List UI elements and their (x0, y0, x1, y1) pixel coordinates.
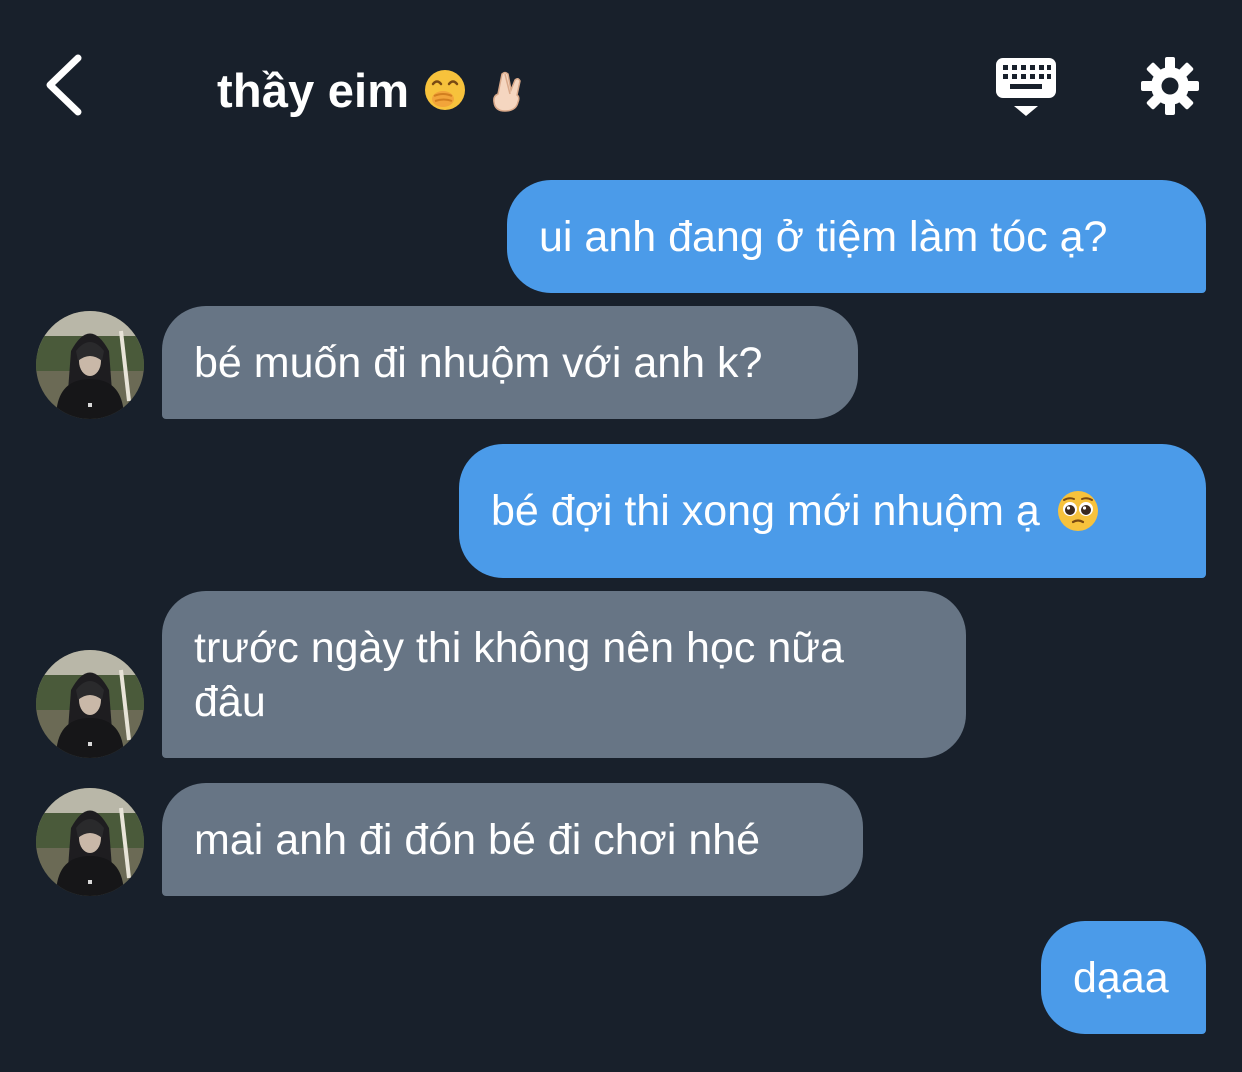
contact-name: thầy eim (217, 63, 410, 117)
avatar[interactable] (36, 311, 144, 419)
keyboard-icon (996, 58, 1056, 116)
face-with-hand-over-mouth-emoji (423, 68, 467, 112)
chevron-left-icon (46, 54, 82, 116)
message-text: mai anh đi đón bé đi chơi nhé (194, 815, 761, 864)
message-bubble-incoming[interactable]: bé muốn đi nhuộm với anh k? (162, 306, 858, 419)
crossed-fingers-emoji (485, 68, 529, 112)
message-bubble-incoming[interactable]: mai anh đi đón bé đi chơi nhé (162, 783, 863, 896)
message-text: ui anh đang ở tiệm làm tóc ạ? (539, 212, 1108, 261)
avatar[interactable] (36, 788, 144, 896)
pleading-face-emoji (1056, 489, 1100, 533)
contact-avatar-image (36, 788, 144, 896)
settings-button[interactable] (1138, 54, 1202, 118)
chat-screen: thầy eim ui anh đang ở tiệm làm tóc ạ? b… (0, 0, 1242, 1072)
message-bubble-outgoing[interactable]: ui anh đang ở tiệm làm tóc ạ? (507, 180, 1206, 293)
message-bubble-outgoing[interactable]: bé đợi thi xong mới nhuộm ạ (459, 444, 1206, 578)
avatar[interactable] (36, 650, 144, 758)
message-text-line: trước ngày thi không nên học nữa (194, 623, 844, 672)
message-text: bé đợi thi xong mới nhuộm ạ (491, 487, 1040, 535)
message-bubble-incoming[interactable]: trước ngày thi không nên học nữa đâu (162, 591, 966, 758)
contact-avatar-image (36, 311, 144, 419)
contact-avatar-image (36, 650, 144, 758)
conversation-title[interactable]: thầy eim (217, 60, 529, 120)
message-text: bé muốn đi nhuộm với anh k? (194, 338, 763, 387)
message-bubble-outgoing[interactable]: dạaa (1041, 921, 1206, 1034)
gear-icon (1141, 57, 1199, 115)
keyboard-button[interactable] (992, 54, 1060, 120)
message-text-line: đâu (194, 677, 266, 726)
message-text: dạaa (1073, 953, 1169, 1002)
back-button[interactable] (38, 50, 98, 120)
